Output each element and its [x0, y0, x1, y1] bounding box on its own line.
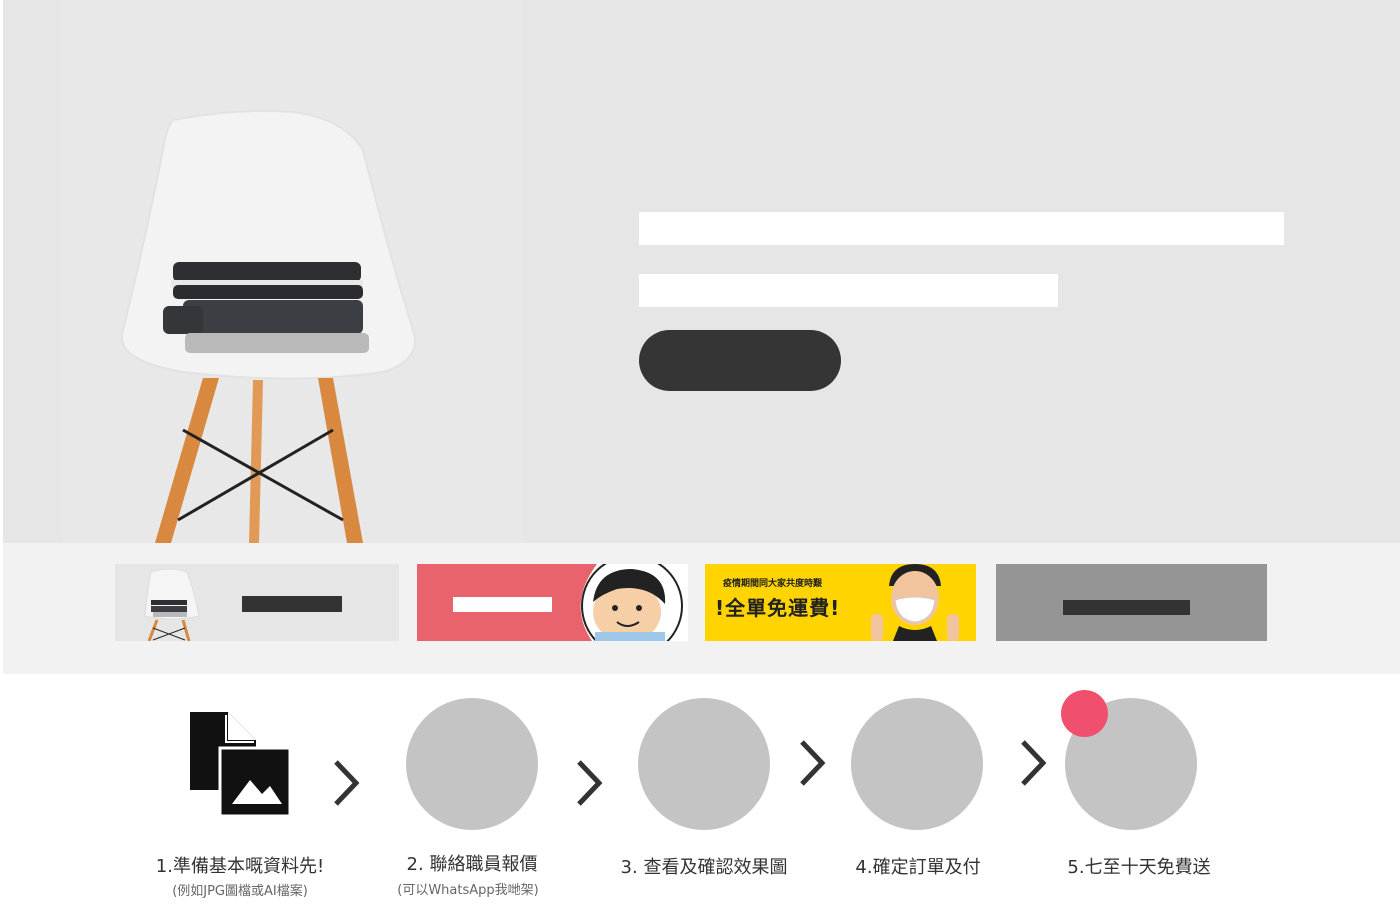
hero-cta-button[interactable]	[639, 330, 841, 391]
step-3-label: 3. 查看及確認效果圖	[620, 857, 788, 878]
notification-dot	[1061, 690, 1108, 737]
chevron-right-icon	[334, 760, 360, 806]
banner-free-shipping-subtext: 疫情期間同大家共度時艱	[723, 579, 823, 589]
chair-thumbnail	[144, 568, 200, 641]
banner-cartoon-text-placeholder	[453, 597, 552, 612]
step-2-circle	[406, 698, 538, 830]
hero-subtitle-placeholder	[639, 274, 1058, 307]
step-2-label: 2. 聯絡職員報價	[406, 854, 538, 875]
chair-image	[63, 0, 523, 543]
step-4-label: 4.確定訂單及付	[855, 857, 981, 878]
banner-free-shipping-title: !全單免運費!	[715, 596, 841, 620]
step-5-label: 5.七至十天免費送	[1067, 857, 1211, 878]
hero-title-placeholder	[639, 212, 1284, 245]
chevron-right-icon	[800, 740, 826, 786]
banner-cartoon[interactable]	[417, 564, 688, 641]
step-1-sublabel: (例如JPG圖檔或AI檔案)	[172, 884, 308, 899]
hero-section	[3, 0, 1400, 543]
masked-person-illustration	[871, 564, 959, 641]
step-2-sublabel: (可以WhatsApp我哋架)	[397, 883, 539, 898]
banner-free-shipping[interactable]: 疫情期間同大家共度時艱 !全單免運費!	[705, 564, 976, 641]
step-4-circle	[851, 698, 983, 830]
banner-chair-text-placeholder	[242, 596, 342, 612]
banner-grey-text-placeholder	[1063, 600, 1190, 615]
chevron-right-icon	[1021, 740, 1047, 786]
step-1-label: 1.準備基本嘅資料先!	[155, 856, 325, 877]
banner-strip: 疫情期間同大家共度時艱 !全單免運費!	[3, 543, 1400, 674]
chevron-right-icon	[577, 760, 603, 806]
banner-grey[interactable]	[996, 564, 1267, 641]
order-steps: 1.準備基本嘅資料先! (例如JPG圖檔或AI檔案) 2. 聯絡職員報價 (可以…	[0, 674, 1400, 921]
banner-chair[interactable]	[115, 564, 399, 641]
step-3-circle	[638, 698, 770, 830]
file-image-icon	[190, 712, 290, 818]
